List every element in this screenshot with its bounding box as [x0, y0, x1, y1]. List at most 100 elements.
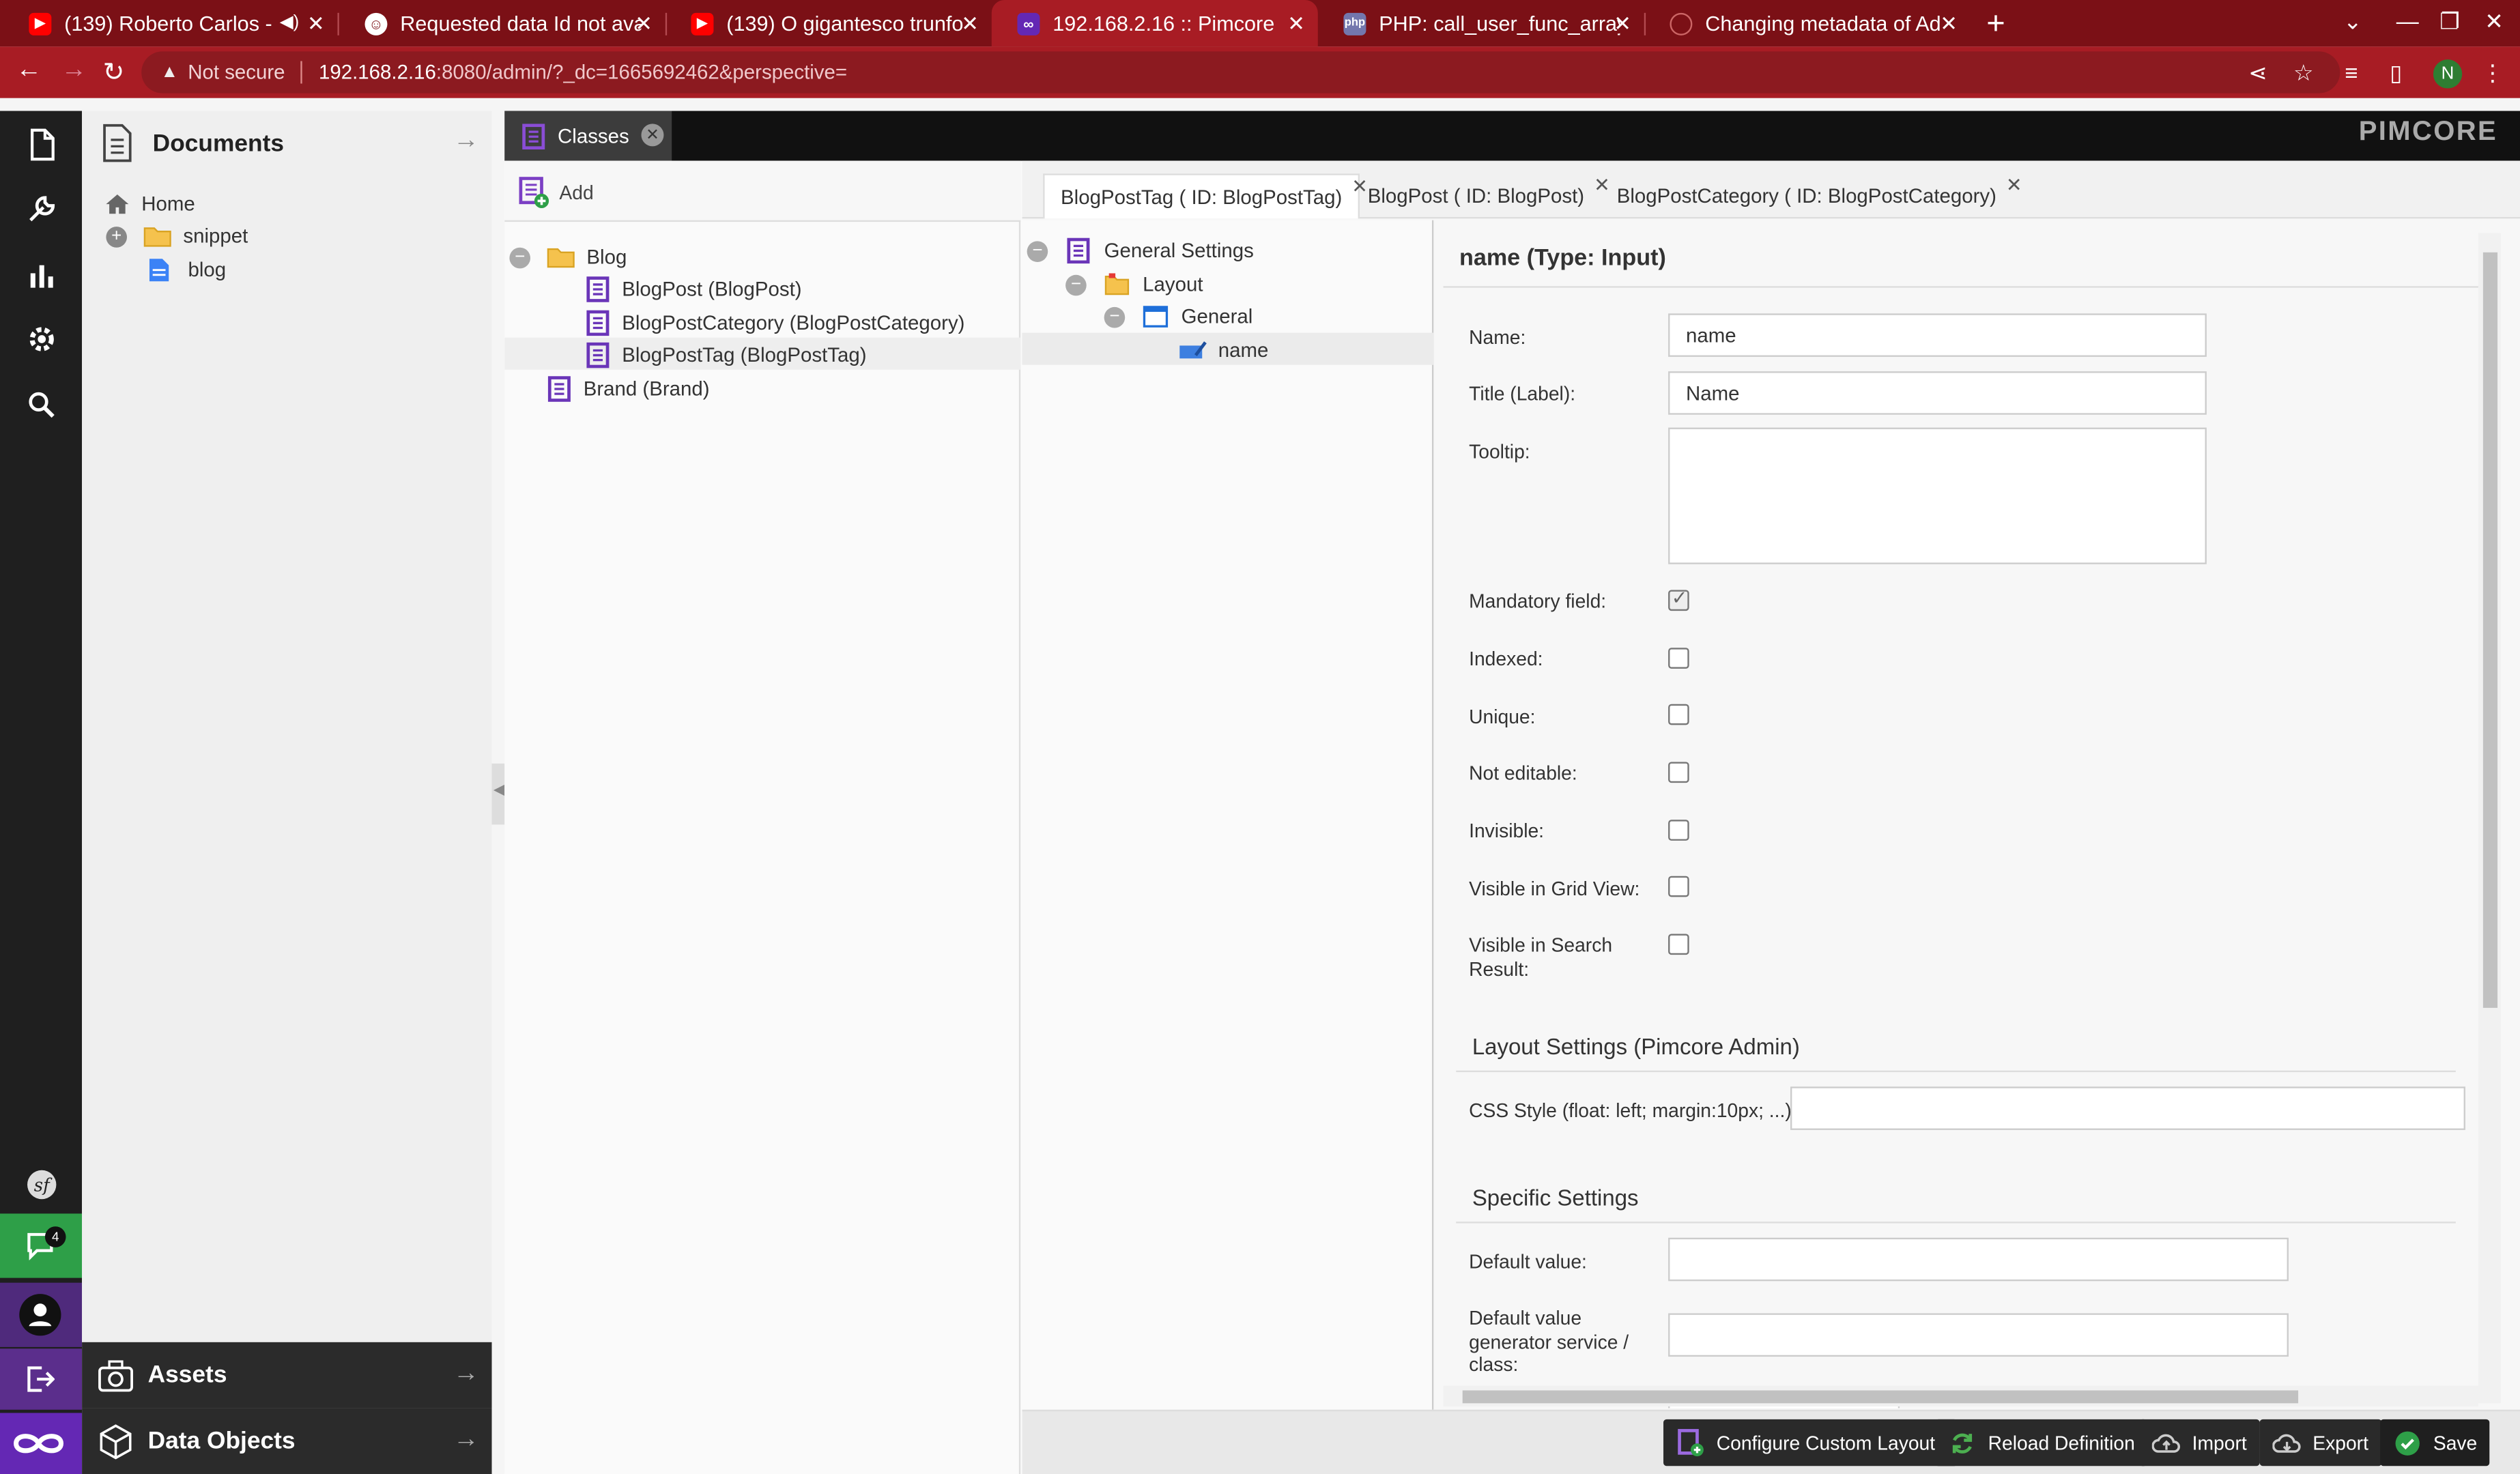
- arrow-right-icon[interactable]: →: [453, 1426, 479, 1454]
- horizontal-scrollbar[interactable]: [1443, 1385, 2478, 1407]
- chrome-menu-icon[interactable]: ⋮: [2482, 59, 2504, 87]
- close-window-icon[interactable]: ✕: [2485, 8, 2504, 35]
- arrow-right-icon[interactable]: →: [453, 127, 479, 156]
- documents-nav-icon[interactable]: [19, 122, 64, 167]
- profile-avatar[interactable]: N: [2433, 59, 2463, 89]
- collapse-minus-icon[interactable]: −: [1065, 274, 1087, 295]
- save-button[interactable]: Save: [2380, 1419, 2491, 1466]
- speaker-icon[interactable]: ◀): [280, 11, 300, 32]
- export-button[interactable]: Export: [2259, 1419, 2381, 1466]
- close-tab-icon[interactable]: ✕: [307, 11, 325, 37]
- import-button[interactable]: Import: [2138, 1419, 2260, 1466]
- not-secure-label[interactable]: Not secure: [188, 61, 285, 84]
- close-tab-icon[interactable]: ✕: [1614, 11, 1631, 37]
- close-tab-icon[interactable]: ✕: [1287, 11, 1305, 37]
- close-tab-icon[interactable]: ✕: [961, 11, 979, 37]
- notifications-button[interactable]: 4: [0, 1213, 83, 1278]
- browser-tab-github[interactable]: ☺ Requested data Id not ava ✕: [339, 0, 665, 46]
- browser-tab-title: Changing metadata of Ad: [1705, 11, 1941, 35]
- reload-definition-button[interactable]: Reload Definition: [1934, 1419, 2148, 1466]
- scrollbar-thumb[interactable]: [1462, 1390, 2299, 1404]
- title-input[interactable]: Name: [1668, 371, 2207, 415]
- invisible-checkbox[interactable]: [1668, 820, 1689, 841]
- symfony-icon[interactable]: sf: [19, 1162, 64, 1207]
- pimcore-wordmark: PIMCORE: [2358, 115, 2498, 147]
- logout-button[interactable]: [0, 1348, 83, 1410]
- tree-node-layout[interactable]: − Layout: [1065, 268, 1203, 300]
- mandatory-checkbox[interactable]: [1668, 587, 1689, 611]
- reports-chart-icon[interactable]: [19, 252, 64, 298]
- visible-search-checkbox[interactable]: [1668, 934, 1689, 955]
- assets-panel-title: Assets: [147, 1361, 227, 1389]
- restore-icon[interactable]: ❐: [2439, 8, 2460, 35]
- name-input[interactable]: name: [1668, 313, 2207, 357]
- default-generator-input[interactable]: [1668, 1313, 2289, 1357]
- add-class-button[interactable]: Add: [517, 173, 594, 212]
- arrow-right-icon[interactable]: →: [453, 1360, 479, 1389]
- tooltip-textarea[interactable]: [1668, 427, 2207, 564]
- main-top-strip: Classes ✕ PIMCORE: [504, 111, 2520, 161]
- bookmark-star-icon[interactable]: ☆: [2293, 59, 2314, 87]
- not-editable-checkbox[interactable]: [1668, 762, 1689, 783]
- close-tab-icon[interactable]: ✕: [1940, 11, 1958, 37]
- add-label: Add: [559, 182, 594, 205]
- tree-node-general-panel[interactable]: − General: [1104, 300, 1252, 332]
- reading-list-icon[interactable]: ≡: [2345, 59, 2358, 85]
- tree-class-brand[interactable]: Brand (Brand): [547, 373, 710, 405]
- css-style-input[interactable]: [1790, 1086, 2465, 1130]
- pimcore-logo-icon[interactable]: [0, 1413, 83, 1474]
- tree-node-name-field[interactable]: name: [1178, 334, 1268, 366]
- reload-icon[interactable]: ↻: [103, 56, 125, 88]
- indexed-checkbox[interactable]: [1668, 648, 1689, 669]
- tools-wrench-icon[interactable]: [19, 186, 64, 231]
- search-icon[interactable]: [19, 383, 64, 428]
- tab-blogposttag[interactable]: BlogPostTag ( ID: BlogPostTag) ✕: [1043, 173, 1368, 219]
- browser-tab-php[interactable]: php PHP: call_user_func_array ✕: [1318, 0, 1644, 46]
- collapse-minus-icon[interactable]: −: [1104, 306, 1126, 328]
- default-value-input[interactable]: [1668, 1237, 2289, 1282]
- new-tab-button[interactable]: +: [1986, 6, 2005, 43]
- vertical-scrollbar[interactable]: [2478, 233, 2501, 1404]
- browser-tab-github-2[interactable]: Changing metadata of Ad ✕: [1644, 0, 1971, 46]
- documents-panel-header[interactable]: Documents →: [82, 111, 491, 175]
- tree-class-blogposttag[interactable]: BlogPostTag (BlogPostTag): [585, 339, 867, 371]
- browser-tab-pimcore[interactable]: ∞ 192.168.2.16 :: Pimcore ✕: [991, 0, 1318, 47]
- settings-gear-icon[interactable]: [19, 317, 64, 362]
- tab-search-icon[interactable]: ⌄: [2343, 8, 2362, 35]
- tree-node-general-settings[interactable]: − General Settings: [1027, 235, 1254, 267]
- tree-class-blogpostcategory[interactable]: BlogPostCategory (BlogPostCategory): [585, 307, 964, 339]
- collapse-minus-icon[interactable]: −: [1027, 240, 1048, 261]
- collapse-left-panel-handle[interactable]: ◀: [491, 763, 505, 825]
- tree-item-snippet[interactable]: + snippet: [106, 220, 248, 252]
- close-tab-icon[interactable]: ✕: [2006, 173, 2022, 196]
- tab-blogpost[interactable]: BlogPost ( ID: BlogPost) ✕: [1351, 173, 1610, 218]
- back-icon[interactable]: ←: [16, 56, 42, 85]
- close-tab-icon[interactable]: ✕: [635, 11, 653, 37]
- tab-classes[interactable]: Classes ✕: [504, 111, 672, 161]
- address-field[interactable]: ▲ Not secure 192.168.2.16:8080/admin/?_d…: [141, 51, 2340, 93]
- share-icon[interactable]: ⋖: [2248, 59, 2267, 87]
- tree-item-home[interactable]: Home: [104, 188, 195, 220]
- tree-item-blog[interactable]: blog: [148, 254, 226, 286]
- user-profile-button[interactable]: [0, 1282, 83, 1347]
- side-panel-icon[interactable]: ▯: [2390, 59, 2402, 87]
- expand-plus-icon[interactable]: +: [106, 225, 128, 247]
- tree-class-blogpost[interactable]: BlogPost (BlogPost): [585, 273, 802, 305]
- panel-icon: [1143, 306, 1169, 328]
- data-objects-panel-header[interactable]: Data Objects →: [82, 1408, 492, 1474]
- scrollbar-thumb[interactable]: [2482, 252, 2498, 1008]
- tree-folder-blog[interactable]: − Blog: [509, 241, 627, 273]
- forward-icon[interactable]: →: [61, 56, 87, 85]
- left-icon-rail: sf 4: [0, 111, 83, 1474]
- browser-tab-youtube-1[interactable]: ▶ (139) Roberto Carlos - ◀) ✕: [3, 0, 338, 46]
- close-tab-icon[interactable]: ✕: [641, 124, 664, 147]
- minimize-icon[interactable]: —: [2396, 8, 2419, 34]
- assets-panel-header[interactable]: Assets →: [82, 1342, 492, 1408]
- unique-checkbox[interactable]: [1668, 704, 1689, 725]
- collapse-minus-icon[interactable]: −: [509, 246, 531, 268]
- visible-grid-checkbox[interactable]: [1668, 876, 1689, 897]
- browser-tab-youtube-2[interactable]: ▶ (139) O gigantesco trunfo ✕: [665, 0, 992, 46]
- configure-custom-layouts-button[interactable]: Configure Custom Layouts: [1663, 1419, 1958, 1466]
- folder-icon: [547, 248, 575, 268]
- tab-blogpostcategory[interactable]: BlogPostCategory ( ID: BlogPostCategory)…: [1601, 173, 2022, 218]
